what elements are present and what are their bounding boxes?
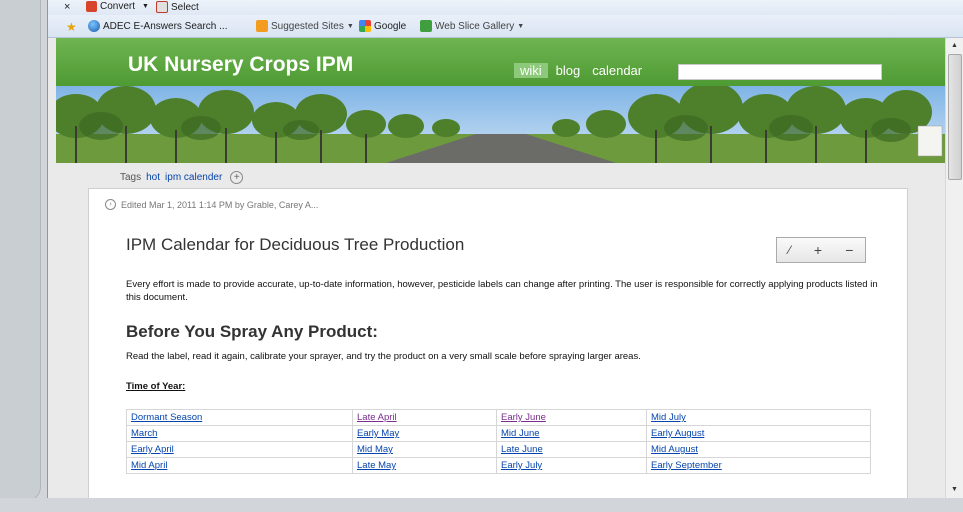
site-search-input[interactable] [678,64,882,80]
page-title: IPM Calendar for Deciduous Tree Producti… [126,235,465,254]
calendar-link[interactable]: March [131,428,157,439]
add-tag-icon[interactable]: + [230,171,244,184]
favorites-bar: ★ ADEC E-Answers Search ... Suggested Si… [48,15,963,38]
favorite-web-slice[interactable]: Web Slice Gallery ▼ [420,20,524,32]
nav-blog[interactable]: blog [550,63,587,78]
window-frame-left [0,0,48,512]
page-viewport: UK Nursery Crops IPM wiki blog calendar [48,38,963,498]
nursery-photo [56,86,946,163]
site-title[interactable]: UK Nursery Crops IPM [128,53,353,77]
intro-paragraph: Every effort is made to provide accurate… [126,279,878,303]
suggested-sites-icon [256,20,268,32]
favorite-web-slice-label: Web Slice Gallery [435,20,515,32]
wiki-page-card: › Edited Mar 1, 2011 1:14 PM by Grable, … [88,188,908,498]
calendar-link[interactable]: Mid July [651,412,686,423]
calendar-link[interactable]: Mid May [357,444,393,455]
scrollbar-thumb[interactable] [948,54,962,180]
calendar-table: Dormant Season Late April Early June Mid… [126,409,871,474]
chevron-down-icon: ▼ [517,22,525,30]
calendar-link[interactable]: Early August [651,428,704,439]
calendar-link[interactable]: Early September [651,460,722,471]
favorite-google-label: Google [374,20,407,32]
scroll-up-icon[interactable]: ▲ [946,38,963,54]
calendar-link[interactable]: Dormant Season [131,412,202,423]
nav-calendar[interactable]: calendar [586,63,648,78]
globe-icon [88,20,100,32]
tags-bar: Tags hot ipm calender + [120,171,244,184]
favorite-adec[interactable]: ADEC E-Answers Search ... [88,20,227,32]
site-header: UK Nursery Crops IPM wiki blog calendar [56,38,946,86]
calendar-link[interactable]: Mid June [501,428,540,439]
chevron-down-icon: ▼ [142,3,149,10]
close-toolbar-icon[interactable]: × [64,1,70,13]
table-row: Early April Mid May Late June Mid August [126,441,871,458]
pdf-convert-icon [86,1,97,12]
tags-label: Tags [120,172,142,183]
nav-wiki[interactable]: wiki [514,63,548,78]
time-of-year-heading: Time of Year: [126,381,186,392]
convert-label: Convert [100,1,136,12]
favorite-google[interactable]: Google [359,20,406,32]
calendar-link[interactable]: Early May [357,428,399,439]
google-icon [359,20,371,32]
vertical-scrollbar[interactable]: ▲ ▼ [945,38,963,498]
nursery-banner-image [56,86,946,163]
favorites-star-icon[interactable]: ★ [66,20,77,34]
calendar-link[interactable]: Mid August [651,444,698,455]
calendar-link[interactable]: Late April [357,412,397,423]
calendar-link[interactable]: Early April [131,444,174,455]
expand-arrow-icon[interactable]: › [105,199,116,210]
advice-paragraph: Read the label, read it again, calibrate… [126,351,641,362]
favorite-adec-label: ADEC E-Answers Search ... [103,20,228,32]
edit-pencil-icon[interactable]: ⁄ [789,243,791,257]
calendar-link[interactable]: Late May [357,460,396,471]
calendar-link[interactable]: Mid April [131,460,167,471]
calendar-link[interactable]: Early June [501,412,546,423]
browser-window: × Convert ▼ Select ★ ADEC E-Answers Sear… [48,0,963,498]
calendar-link[interactable]: Early July [501,460,542,471]
scroll-down-icon[interactable]: ▼ [946,482,963,498]
minus-icon[interactable]: − [845,242,853,258]
web-slice-icon [420,20,432,32]
convert-button[interactable]: Convert ▼ [86,1,149,12]
window-frame-bottom [0,498,963,512]
edited-text: Edited Mar 1, 2011 1:14 PM by Grable, Ca… [121,199,319,210]
select-button[interactable]: Select [156,1,199,13]
page-tools: ⁄ + − [776,237,866,263]
favorite-suggested-sites[interactable]: Suggested Sites ▼ [256,20,354,32]
table-row: Dormant Season Late April Early June Mid… [126,409,871,426]
edited-info: › Edited Mar 1, 2011 1:14 PM by Grable, … [105,199,318,210]
favorite-suggested-label: Suggested Sites [271,20,344,32]
section-heading: Before You Spray Any Product: [126,322,378,341]
calendar-link[interactable]: Late June [501,444,543,455]
command-bar: × Convert ▼ Select [48,0,963,15]
table-row: Mid April Late May Early July Early Sept… [126,457,871,474]
select-pdf-icon [156,1,168,13]
site-nav: wiki blog calendar [514,63,648,78]
add-plus-icon[interactable]: + [814,242,822,258]
window-frame-panel [0,0,41,501]
select-label: Select [171,1,199,13]
tag-hot[interactable]: hot [146,172,160,183]
chevron-down-icon: ▼ [346,22,354,30]
table-row: March Early May Mid June Early August [126,425,871,442]
tag-ipm-calender[interactable]: ipm calender [165,172,222,183]
